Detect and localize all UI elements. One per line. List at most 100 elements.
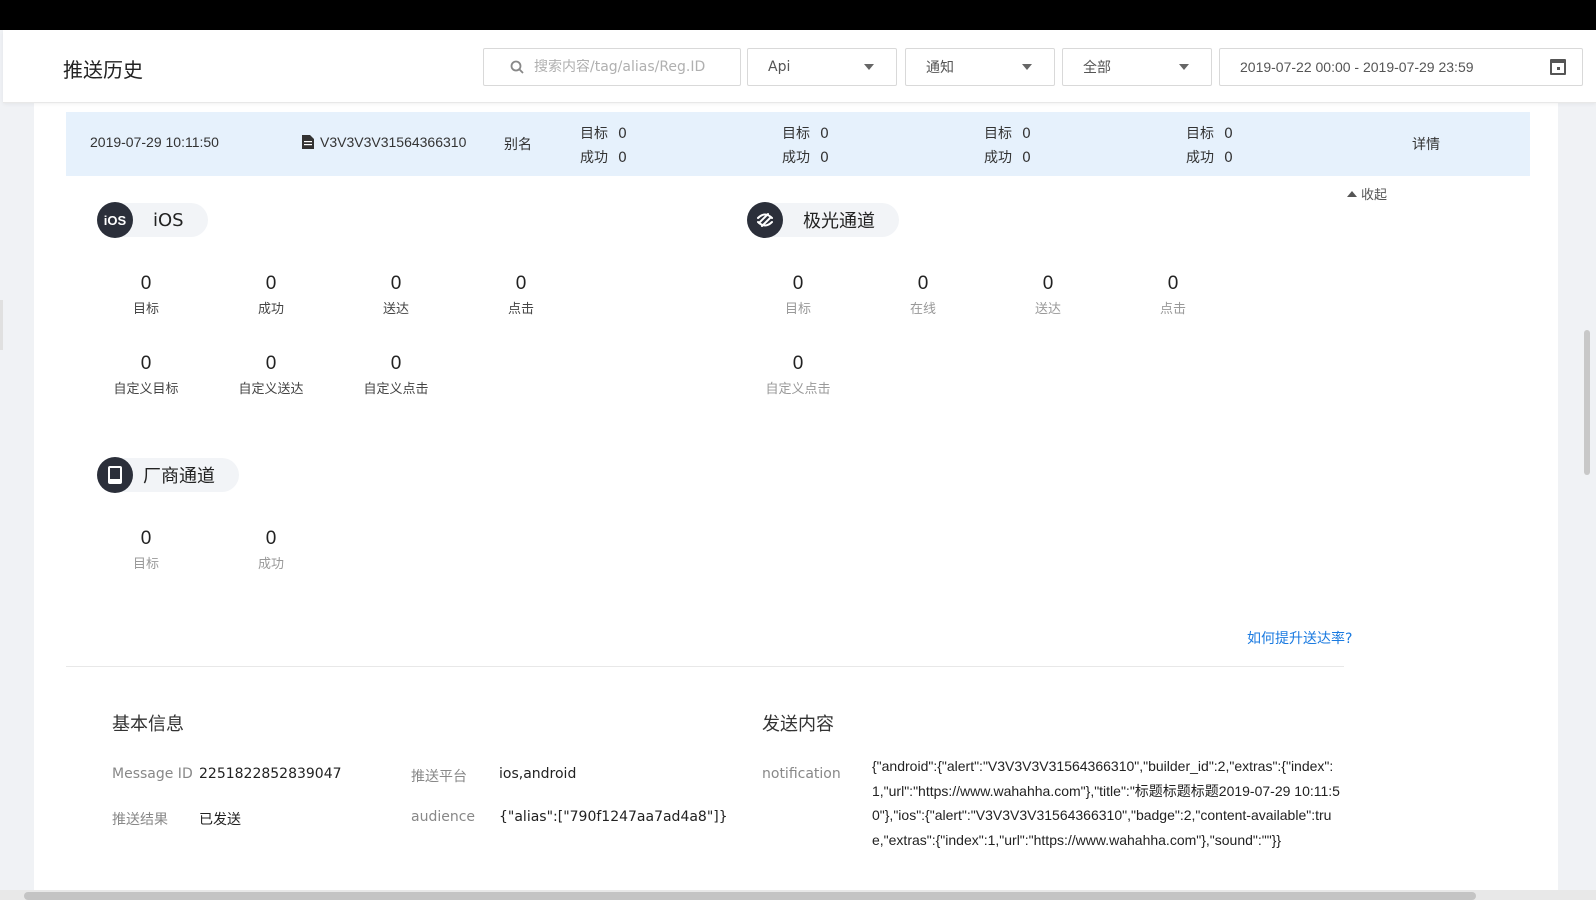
audience-label: audience (411, 809, 476, 825)
jpush-metric: 0 自定义点击 (748, 352, 848, 397)
metric-value: 0 (1167, 273, 1179, 294)
ios-metric: 0 目标 (96, 272, 196, 317)
collapse-button[interactable]: 收起 (1347, 184, 1387, 203)
page-header: 推送历史 Api 通知 全部 2019-07-22 00:00 - 2019-0… (3, 30, 1596, 103)
date-range-picker[interactable]: 2019-07-22 00:00 - 2019-07-29 23:59 (1219, 48, 1583, 86)
horizontal-scrollbar[interactable] (24, 892, 1476, 900)
status-select[interactable]: 全部 (1062, 48, 1212, 86)
metric-label: 送达 (382, 302, 409, 317)
vertical-scrollbar[interactable] (1584, 330, 1590, 475)
chevron-down-icon (1179, 64, 1189, 70)
date-range-value: 2019-07-22 00:00 - 2019-07-29 23:59 (1240, 59, 1474, 75)
stat-target-label: 目标 (782, 126, 810, 142)
divider (66, 666, 1344, 667)
ios-metric: 0 点击 (471, 272, 571, 317)
search-input[interactable] (534, 59, 724, 75)
os-title-bar (0, 0, 1596, 30)
stat-target-label: 目标 (580, 126, 608, 142)
metric-label: 成功 (257, 302, 284, 317)
jpush-metric: 0 在线 (873, 272, 973, 317)
platform-label: 推送平台 (411, 769, 467, 785)
metric-label: 自定义目标 (113, 382, 179, 397)
metric-value: 0 (265, 273, 277, 294)
message-id-label: Message ID (112, 766, 193, 782)
calendar-icon[interactable] (1550, 59, 1566, 75)
stat-target-label: 目标 (1186, 126, 1214, 142)
metric-value: 0 (515, 273, 527, 294)
metric-label: 送达 (1034, 302, 1061, 317)
metric-label: 自定义点击 (765, 382, 831, 397)
platform-value: ios,android (499, 766, 577, 782)
improve-delivery-link[interactable]: 如何提升送达率? (1247, 628, 1352, 648)
ios-metric: 0 自定义目标 (96, 352, 196, 397)
metric-value: 0 (917, 273, 929, 294)
stat-success-label: 成功 (580, 150, 608, 166)
ios-icon: iOS (97, 202, 133, 238)
metric-value: 0 (265, 353, 277, 374)
source-select-value: Api (768, 59, 791, 75)
metric-value: 0 (792, 273, 804, 294)
stat-success-label: 成功 (1186, 150, 1214, 166)
jpush-metric: 0 目标 (748, 272, 848, 317)
content-area: 2019-07-29 10:11:50 V3V3V3V31564366310 别… (34, 103, 1558, 900)
row-message: V3V3V3V31564366310 (302, 134, 466, 150)
ios-pill: iOS iOS (97, 202, 208, 238)
metric-label: 点击 (507, 302, 534, 317)
source-select[interactable]: Api (747, 48, 897, 86)
stat-success-label: 成功 (782, 150, 810, 166)
history-row[interactable]: 2019-07-29 10:11:50 V3V3V3V31564366310 别… (66, 112, 1530, 176)
basic-info-title: 基本信息 (112, 714, 184, 735)
chevron-down-icon (1022, 64, 1032, 70)
metric-label: 目标 (132, 557, 159, 572)
stat-success: 0 (1224, 150, 1233, 166)
metric-value: 0 (390, 273, 402, 294)
vendor-section-title: 厂商通道 (143, 466, 215, 487)
stat-target: 0 (1022, 126, 1031, 142)
row-stat: 目标 0 成功 0 (782, 122, 829, 170)
stat-success: 0 (1022, 150, 1031, 166)
chevron-up-icon (1347, 190, 1357, 197)
row-stat: 目标 0 成功 0 (984, 122, 1031, 170)
ios-metric: 0 成功 (221, 272, 321, 317)
jpush-metric: 0 点击 (1123, 272, 1223, 317)
stat-target-label: 目标 (984, 126, 1012, 142)
type-select[interactable]: 通知 (905, 48, 1055, 86)
metric-value: 0 (792, 353, 804, 374)
ios-metric: 0 自定义送达 (221, 352, 321, 397)
stat-success: 0 (820, 150, 829, 166)
status-select-value: 全部 (1083, 60, 1111, 76)
stat-target: 0 (618, 126, 627, 142)
device-icon (97, 457, 133, 493)
row-time: 2019-07-29 10:11:50 (90, 134, 219, 150)
metric-value: 0 (140, 353, 152, 374)
detail-link[interactable]: 详情 (1412, 134, 1440, 154)
row-type: 别名 (504, 137, 532, 153)
notification-json: {"android":{"alert":"V3V3V3V31564366310"… (872, 758, 1340, 848)
metric-label: 目标 (132, 302, 159, 317)
ios-metric: 0 送达 (346, 272, 446, 317)
metric-label: 在线 (909, 302, 936, 317)
message-id-value: 2251822852839047 (199, 766, 342, 782)
ios-section-header: iOS iOS (97, 202, 208, 238)
search-icon (510, 60, 524, 74)
vendor-section-header: 厂商通道 (97, 457, 239, 493)
metric-label: 成功 (257, 557, 284, 572)
page-title: 推送历史 (63, 58, 143, 82)
jpush-section-title: 极光通道 (803, 211, 875, 232)
ios-metric: 0 自定义点击 (346, 352, 446, 397)
metric-label: 自定义送达 (238, 382, 304, 397)
metric-value: 0 (390, 353, 402, 374)
metric-value: 0 (140, 528, 152, 549)
stat-success: 0 (618, 150, 627, 166)
send-content-title: 发送内容 (762, 714, 834, 735)
metric-value: 0 (140, 273, 152, 294)
stat-target: 0 (820, 126, 829, 142)
metric-label: 点击 (1159, 302, 1186, 317)
search-box[interactable] (483, 48, 741, 86)
vendor-metric: 0 成功 (221, 527, 321, 572)
type-select-value: 通知 (926, 60, 954, 76)
notification-label: notification (762, 766, 841, 782)
chevron-down-icon (864, 64, 874, 70)
row-stat: 目标 0 成功 0 (580, 122, 627, 170)
ios-section-title: iOS (153, 209, 184, 231)
